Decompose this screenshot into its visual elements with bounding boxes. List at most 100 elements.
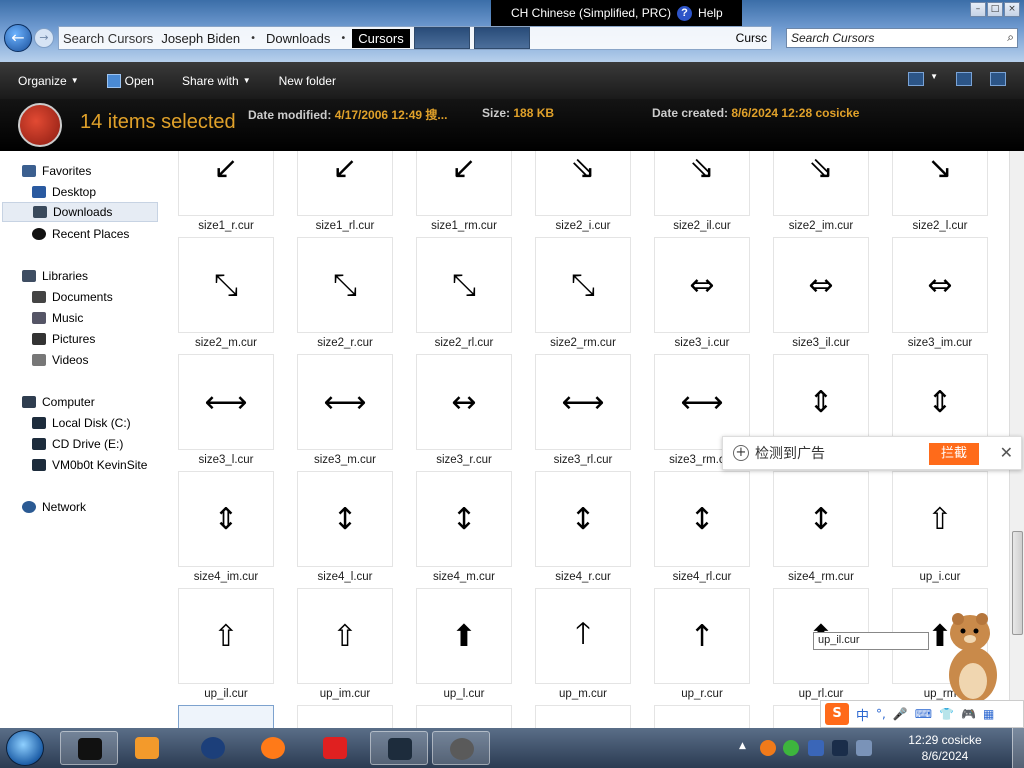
taskbar-app-explorer[interactable] — [370, 731, 428, 765]
file-tile[interactable]: ↔ — [416, 354, 512, 450]
chevron-down-icon[interactable]: ▼ — [930, 72, 938, 86]
nav-downloads[interactable]: Downloads — [2, 202, 158, 222]
file-name-label[interactable]: size4_r.cur — [523, 571, 643, 583]
minimize-button[interactable]: – — [970, 2, 986, 17]
nav-network-drive[interactable]: VM0b0t KevinSite — [32, 455, 147, 475]
file-name-label[interactable]: size2_r.cur — [285, 337, 405, 349]
file-name-label[interactable]: up_l.cur — [404, 688, 524, 700]
file-tile[interactable]: ⤡ — [297, 237, 393, 333]
nav-network[interactable]: Network — [22, 497, 86, 517]
nav-cd-drive[interactable]: CD Drive (E:) — [32, 434, 123, 454]
block-ad-button[interactable]: 拦截 — [929, 443, 979, 465]
file-tile[interactable]: ↘ — [892, 151, 988, 216]
ime-mode-toggle[interactable]: 中 — [856, 705, 869, 724]
nav-videos[interactable]: Videos — [32, 350, 88, 370]
breadcrumb-downloads[interactable]: Downloads — [262, 31, 334, 46]
tray-shield-icon[interactable] — [808, 740, 824, 756]
nav-recent-places[interactable]: Recent Places — [32, 224, 129, 244]
skin-icon[interactable]: 👕 — [939, 707, 954, 721]
file-name-label[interactable]: up_im.cur — [285, 688, 405, 700]
file-tile[interactable]: ⇧ — [297, 588, 393, 684]
nav-pictures[interactable]: Pictures — [32, 329, 95, 349]
file-tile[interactable]: ↙ — [416, 151, 512, 216]
file-tile[interactable]: ⇕ — [178, 471, 274, 567]
ime-logo-icon[interactable]: S — [825, 703, 849, 725]
file-name-label[interactable]: size3_rl.cur — [523, 454, 643, 466]
taskbar-app-globe[interactable] — [184, 731, 242, 765]
file-tile[interactable]: ⇘ — [654, 151, 750, 216]
search-input[interactable]: Search Cursors ⌕ — [786, 28, 1018, 48]
file-name-label[interactable]: size3_m.cur — [285, 454, 405, 466]
file-name-label[interactable]: size1_rm.cur — [404, 220, 524, 232]
address-bar[interactable]: Search Cursors Joseph Biden • Downloads … — [58, 26, 772, 50]
file-tile[interactable]: ⟷ — [178, 354, 274, 450]
keyboard-icon[interactable]: ⌨ — [915, 707, 932, 721]
file-name-label[interactable]: size3_i.cur — [642, 337, 762, 349]
tray-volume-icon[interactable] — [856, 740, 872, 756]
nav-favorites[interactable]: Favorites — [22, 161, 91, 181]
back-button[interactable]: ← — [4, 24, 32, 52]
file-tile[interactable]: ⇔ — [654, 237, 750, 333]
file-tile[interactable]: ⟷ — [535, 354, 631, 450]
open-button[interactable]: Open — [106, 73, 154, 88]
file-tile[interactable]: ⌛ — [416, 705, 512, 728]
breadcrumb-cursors[interactable]: Cursors — [352, 28, 410, 48]
file-tile[interactable]: ⇧ — [892, 471, 988, 567]
help-pane-icon[interactable] — [990, 72, 1006, 86]
file-tile[interactable]: ⇔ — [892, 237, 988, 333]
system-clock[interactable]: 12:29 cosicke 8/6/2024 — [886, 732, 1004, 764]
file-tile[interactable]: ⇘ — [773, 151, 869, 216]
file-tile[interactable]: ↕ — [535, 471, 631, 567]
file-name-label[interactable]: size2_l.cur — [880, 220, 1000, 232]
file-name-label[interactable]: size3_r.cur — [404, 454, 524, 466]
file-tile[interactable]: ⤡ — [416, 237, 512, 333]
nav-libraries[interactable]: Libraries — [22, 266, 88, 286]
start-button[interactable] — [6, 730, 44, 766]
tray-security-icon[interactable] — [760, 740, 776, 756]
file-name-label[interactable]: size1_rl.cur — [285, 220, 405, 232]
file-name-label[interactable]: size4_rm.cur — [761, 571, 881, 583]
breadcrumb-joseph-biden[interactable]: Joseph Biden — [157, 31, 244, 46]
help-label[interactable]: Help — [698, 6, 723, 20]
nav-documents[interactable]: Documents — [32, 287, 113, 307]
taskbar-app-wps[interactable] — [306, 731, 364, 765]
file-tile[interactable]: ↕ — [416, 471, 512, 567]
show-desktop-button[interactable] — [1012, 728, 1024, 768]
file-name-label[interactable]: size3_im.cur — [880, 337, 1000, 349]
tray-update-icon[interactable] — [783, 740, 799, 756]
file-tile[interactable]: ⇧ — [178, 588, 274, 684]
share-with-menu[interactable]: Share with ▼ — [182, 74, 251, 88]
file-name-label[interactable]: size4_l.cur — [285, 571, 405, 583]
file-name-label[interactable]: size2_i.cur — [523, 220, 643, 232]
file-tile[interactable]: ◣ — [178, 705, 274, 728]
punctuation-icon[interactable]: °, — [876, 707, 886, 721]
tray-network-icon[interactable] — [832, 740, 848, 756]
file-tile[interactable]: ↕ — [654, 471, 750, 567]
file-tile[interactable]: ⤡ — [535, 237, 631, 333]
file-tile[interactable]: ⌛ — [297, 705, 393, 728]
taskbar-app-terminal[interactable] — [60, 731, 118, 765]
file-tile[interactable]: ↙ — [297, 151, 393, 216]
help-icon[interactable]: ? — [677, 5, 693, 21]
nav-desktop[interactable]: Desktop — [32, 182, 96, 202]
file-tile[interactable]: ⇘ — [535, 151, 631, 216]
menu-grid-icon[interactable]: ▦ — [983, 707, 994, 721]
show-hidden-icons-icon[interactable]: ▲ — [739, 741, 746, 751]
file-tile[interactable]: ↕ — [773, 471, 869, 567]
file-name-label[interactable]: size1_r.cur — [170, 220, 286, 232]
file-tile[interactable]: ⬆ — [416, 588, 512, 684]
file-name-label[interactable]: up_r.cur — [642, 688, 762, 700]
taskbar-app-mouse[interactable] — [432, 731, 490, 765]
file-name-label[interactable]: up_m.cur — [523, 688, 643, 700]
file-name-label[interactable]: size4_im.cur — [170, 571, 286, 583]
file-name-label[interactable]: size2_m.cur — [170, 337, 286, 349]
file-name-label[interactable]: size2_il.cur — [642, 220, 762, 232]
file-name-label[interactable]: size3_l.cur — [170, 454, 286, 466]
change-view-icon[interactable] — [908, 72, 925, 86]
microphone-icon[interactable]: 🎤 — [893, 707, 908, 721]
file-name-label[interactable]: up_rl.cur — [761, 688, 881, 700]
file-tile[interactable]: ⌛ — [654, 705, 750, 728]
taskbar-app-media-player[interactable] — [118, 731, 176, 765]
file-name-label[interactable]: size4_rl.cur — [642, 571, 762, 583]
new-folder-button[interactable]: New folder — [279, 74, 336, 88]
